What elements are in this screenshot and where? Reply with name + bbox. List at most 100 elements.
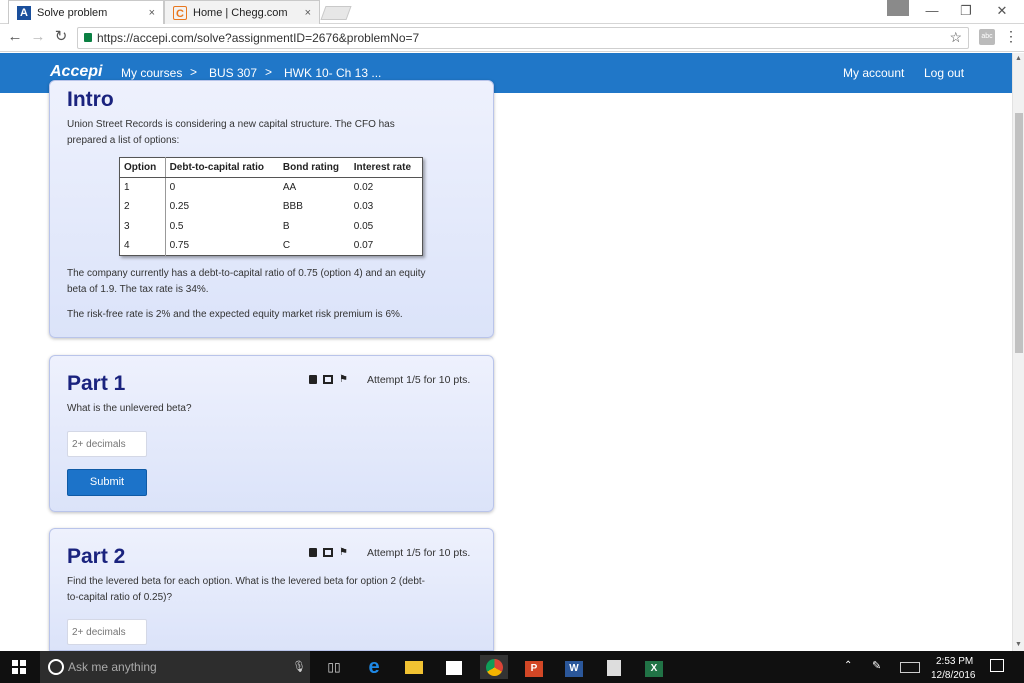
address-bar[interactable]: https://accepi.com/solve?assignmentID=26… <box>77 27 969 49</box>
part2-question: Find the levered beta for each option. W… <box>67 574 425 606</box>
breadcrumb-separator: > <box>190 65 198 79</box>
table-row: 1 0 AA 0.02 <box>119 177 423 197</box>
tab-label: Solve problem <box>37 6 108 19</box>
scroll-up-arrow-icon[interactable]: ▲ <box>1015 55 1022 62</box>
url-text[interactable]: https://accepi.com/solve?assignmentID=26… <box>97 31 419 45</box>
lock-icon <box>84 33 92 42</box>
part1-title: Part 1 <box>67 372 126 395</box>
excel-letter: X <box>645 661 663 677</box>
table-cell: 0.03 <box>353 201 374 213</box>
word-letter: W <box>565 661 583 677</box>
my-account-link[interactable]: My account <box>843 66 904 80</box>
column-header: Interest rate <box>349 157 423 178</box>
part2-toolbar: ⚑ <box>309 547 348 558</box>
table-cell: BBB <box>282 201 303 213</box>
table-cell: C <box>282 240 291 251</box>
tab-strip: A Solve problem × C Home | Chegg.com × —… <box>0 0 1024 24</box>
notifications-icon[interactable] <box>990 659 1004 672</box>
table-cell: 3 <box>119 216 166 236</box>
part1-toolbar: ⚑ <box>309 374 348 385</box>
table-cell: 0 <box>169 182 176 193</box>
intro-paragraph: Union Street Records is considering a ne… <box>67 117 395 149</box>
chegg-icon: C <box>173 5 187 20</box>
site-logo[interactable]: Accepi <box>50 63 102 81</box>
text-line: Find the levered beta for each option. W… <box>67 576 425 587</box>
new-tab-button[interactable] <box>320 6 352 20</box>
bookmark-icon[interactable] <box>309 548 317 557</box>
windows-start-icon[interactable] <box>12 660 26 674</box>
user-profile-icon[interactable] <box>887 0 909 16</box>
company-paragraph: The company currently has a debt-to-capi… <box>67 266 426 298</box>
table-cell: 0.75 <box>169 240 190 251</box>
close-icon[interactable]: × <box>305 7 311 19</box>
part1-attempt: Attempt 1/5 for 10 pts. <box>367 374 471 386</box>
windows-taskbar: Ask me anything 🎙 ▯▯ e P W X ⌃ ✎ <box>0 651 1024 683</box>
rates-paragraph: The risk-free rate is 2% and the expecte… <box>67 309 403 320</box>
scroll-thumb[interactable] <box>1015 113 1023 353</box>
reload-icon[interactable]: ↻ <box>52 28 70 46</box>
minimize-button[interactable]: — <box>914 0 950 22</box>
forward-arrow-icon[interactable]: → <box>29 28 47 46</box>
table-row: 2 0.25 BBB 0.03 <box>119 197 423 217</box>
table-cell: AA <box>282 182 297 193</box>
pen-icon[interactable]: ✎ <box>872 659 881 672</box>
chevron-up-icon[interactable]: ⌃ <box>844 660 852 671</box>
intro-title: Intro <box>67 88 114 111</box>
powerpoint-icon[interactable]: P <box>520 655 548 679</box>
text-line: beta of 1.9. The tax rate is 34%. <box>67 284 209 295</box>
flag-icon[interactable]: ⚑ <box>339 547 348 558</box>
part1-submit-button[interactable]: Submit <box>67 469 147 496</box>
navigation-bar: ← → ↻ https://accepi.com/solve?assignmen… <box>0 24 1024 52</box>
word-icon[interactable]: W <box>560 655 588 679</box>
bookmark-icon[interactable] <box>309 375 317 384</box>
part2-answer-input[interactable] <box>67 619 147 645</box>
edge-browser-icon[interactable]: e <box>360 655 388 679</box>
window-close-button[interactable]: ✕ <box>984 0 1020 22</box>
homework-link[interactable]: HWK 10- Ch 13 ... <box>284 66 381 80</box>
text-line: Union Street Records is considering a ne… <box>67 119 395 130</box>
scroll-down-arrow-icon[interactable]: ▼ <box>1015 641 1022 648</box>
part2-attempt: Attempt 1/5 for 10 pts. <box>367 547 471 559</box>
column-header: Bond rating <box>278 157 350 178</box>
text-line: prepared a list of options: <box>67 135 180 146</box>
tab-solve-problem[interactable]: A Solve problem × <box>8 0 164 24</box>
log-out-link[interactable]: Log out <box>924 66 964 80</box>
video-icon[interactable] <box>323 548 333 557</box>
table-row: 3 0.5 B 0.05 <box>119 216 423 236</box>
search-placeholder: Ask me anything <box>68 660 157 674</box>
column-header: Option <box>119 157 166 178</box>
cortana-search-box[interactable]: Ask me anything 🎙 <box>40 651 310 683</box>
task-view-icon[interactable]: ▯▯ <box>320 655 348 679</box>
browser-menu-icon[interactable]: ⋮ <box>1004 28 1018 45</box>
page-scrollbar[interactable]: ▲ ▼ <box>1012 53 1024 651</box>
table-cell: 0.5 <box>169 220 184 232</box>
flag-icon[interactable]: ⚑ <box>339 374 348 385</box>
keyboard-icon[interactable] <box>900 662 920 673</box>
clock-date[interactable]: 12/8/2016 <box>931 670 976 681</box>
table-cell: 4 <box>119 236 166 256</box>
part1-answer-input[interactable] <box>67 431 147 457</box>
table-cell: 2 <box>119 197 166 217</box>
chrome-icon[interactable] <box>480 655 508 679</box>
clock-time[interactable]: 2:53 PM <box>936 656 973 667</box>
course-link[interactable]: BUS 307 <box>209 66 257 80</box>
powerpoint-letter: P <box>525 661 543 677</box>
close-icon[interactable]: × <box>149 7 155 19</box>
table-cell: 0.05 <box>353 220 374 232</box>
store-icon[interactable] <box>440 655 468 679</box>
back-arrow-icon[interactable]: ← <box>6 28 24 46</box>
file-explorer-icon[interactable] <box>400 655 428 679</box>
video-icon[interactable] <box>323 375 333 384</box>
part1-card: Part 1 ⚑ Attempt 1/5 for 10 pts. What is… <box>49 355 494 512</box>
extension-icon[interactable]: abc <box>979 29 995 45</box>
maximize-button[interactable]: ❐ <box>948 0 984 22</box>
microphone-icon[interactable]: 🎙 <box>292 660 306 673</box>
bookmark-star-icon[interactable]: ☆ <box>949 29 962 46</box>
my-courses-link[interactable]: My courses <box>121 66 182 80</box>
tab-chegg[interactable]: C Home | Chegg.com × <box>164 0 320 24</box>
excel-icon[interactable]: X <box>640 655 668 679</box>
tab-label: Home | Chegg.com <box>193 6 288 19</box>
calculator-icon[interactable] <box>600 655 628 679</box>
table-cell: 0.25 <box>169 201 190 213</box>
table-cell: 1 <box>119 177 166 197</box>
